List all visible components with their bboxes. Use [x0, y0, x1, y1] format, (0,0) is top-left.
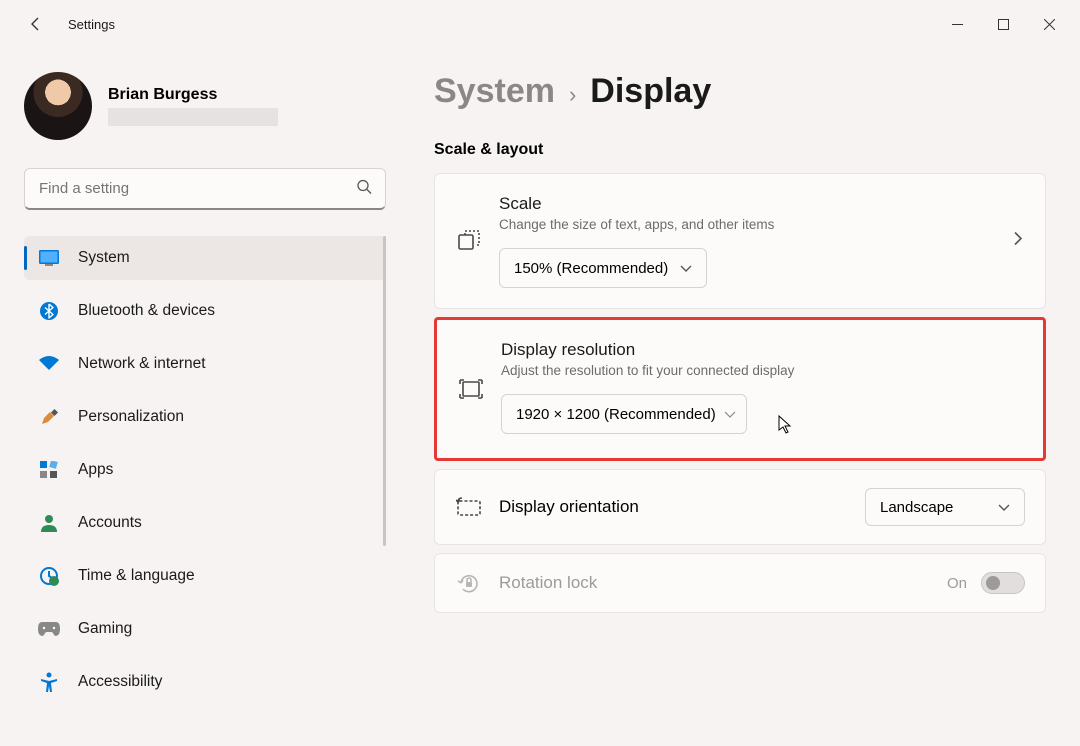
resolution-dropdown[interactable]: 1920 × 1200 (Recommended)	[501, 394, 747, 434]
scale-subtitle: Change the size of text, apps, and other…	[499, 217, 1025, 232]
nav-item-bluetooth[interactable]: Bluetooth & devices	[24, 289, 386, 333]
nav-item-gaming[interactable]: Gaming	[24, 607, 386, 651]
cursor-icon	[778, 415, 794, 439]
avatar	[24, 72, 92, 140]
titlebar: Settings	[0, 0, 1080, 48]
nav-label: Time & language	[78, 567, 195, 585]
orientation-title: Display orientation	[499, 497, 865, 517]
system-icon	[38, 247, 60, 269]
back-arrow-icon	[28, 16, 44, 32]
search-box[interactable]	[24, 168, 386, 210]
scale-card[interactable]: Scale Change the size of text, apps, and…	[434, 173, 1046, 309]
person-icon	[38, 512, 60, 534]
main-content: System › Display Scale & layout Scale Ch…	[410, 48, 1080, 746]
close-button[interactable]	[1026, 8, 1072, 40]
resolution-title: Display resolution	[501, 340, 1023, 360]
nav-item-personalization[interactable]: Personalization	[24, 395, 386, 439]
nav-label: Network & internet	[78, 355, 206, 373]
chevron-down-icon	[680, 260, 692, 277]
app-title: Settings	[68, 17, 115, 32]
nav-label: Bluetooth & devices	[78, 302, 215, 320]
rotation-lock-card: Rotation lock On	[434, 553, 1046, 613]
nav-item-system[interactable]: System	[24, 236, 386, 280]
rotation-lock-toggle-group: On	[947, 572, 1025, 594]
resolution-card[interactable]: Display resolution Adjust the resolution…	[434, 317, 1046, 461]
breadcrumb-current: Display	[590, 72, 711, 111]
chevron-right-icon: ›	[569, 82, 576, 108]
apps-icon	[38, 459, 60, 481]
maximize-icon	[998, 19, 1009, 30]
rotation-lock-toggle	[981, 572, 1025, 594]
breadcrumb: System › Display	[434, 72, 1046, 111]
clock-globe-icon	[38, 565, 60, 587]
nav-item-accessibility[interactable]: Accessibility	[24, 660, 386, 704]
orientation-icon	[455, 493, 483, 521]
toggle-state-label: On	[947, 575, 967, 592]
minimize-button[interactable]	[934, 8, 980, 40]
rotation-lock-title: Rotation lock	[499, 573, 947, 593]
scale-value: 150% (Recommended)	[514, 260, 668, 277]
resolution-value: 1920 × 1200 (Recommended)	[516, 406, 716, 423]
sidebar: Brian Burgess System	[0, 48, 410, 746]
gamepad-icon	[38, 618, 60, 640]
resolution-subtitle: Adjust the resolution to fit your connec…	[501, 363, 1023, 378]
accessibility-icon	[38, 671, 60, 693]
nav-label: Gaming	[78, 620, 132, 638]
close-icon	[1044, 19, 1055, 30]
chevron-down-icon	[998, 499, 1010, 516]
chevron-down-icon	[724, 406, 736, 423]
profile-name: Brian Burgess	[108, 86, 278, 104]
scale-dropdown[interactable]: 150% (Recommended)	[499, 248, 707, 288]
expand-chevron-icon[interactable]	[1013, 231, 1023, 252]
search-icon	[356, 179, 372, 200]
back-button[interactable]	[16, 4, 56, 44]
minimize-icon	[952, 19, 963, 30]
paintbrush-icon	[38, 406, 60, 428]
nav-item-apps[interactable]: Apps	[24, 448, 386, 492]
wifi-icon	[38, 353, 60, 375]
orientation-value: Landscape	[880, 499, 953, 516]
section-header: Scale & layout	[434, 141, 1046, 159]
sidebar-scrollbar[interactable]	[383, 236, 386, 546]
nav-label: Accounts	[78, 514, 142, 532]
resolution-icon	[457, 375, 485, 403]
nav-item-accounts[interactable]: Accounts	[24, 501, 386, 545]
scale-icon	[455, 227, 483, 255]
breadcrumb-parent[interactable]: System	[434, 72, 555, 111]
nav-list: System Bluetooth & devices Network & int…	[24, 236, 386, 746]
profile-block[interactable]: Brian Burgess	[24, 66, 386, 146]
bluetooth-icon	[38, 300, 60, 322]
window-controls	[934, 8, 1072, 40]
orientation-dropdown[interactable]: Landscape	[865, 488, 1025, 526]
scale-title: Scale	[499, 194, 1025, 214]
nav-item-network[interactable]: Network & internet	[24, 342, 386, 386]
nav-label: Personalization	[78, 408, 184, 426]
settings-window: Settings Brian Burgess	[0, 0, 1080, 746]
nav-label: Accessibility	[78, 673, 162, 691]
search-input[interactable]	[24, 168, 386, 210]
nav-label: System	[78, 249, 130, 267]
rotation-lock-icon	[455, 569, 483, 597]
nav-item-time-language[interactable]: Time & language	[24, 554, 386, 598]
maximize-button[interactable]	[980, 8, 1026, 40]
nav-label: Apps	[78, 461, 113, 479]
profile-email-redacted	[108, 108, 278, 126]
orientation-card[interactable]: Display orientation Landscape	[434, 469, 1046, 545]
